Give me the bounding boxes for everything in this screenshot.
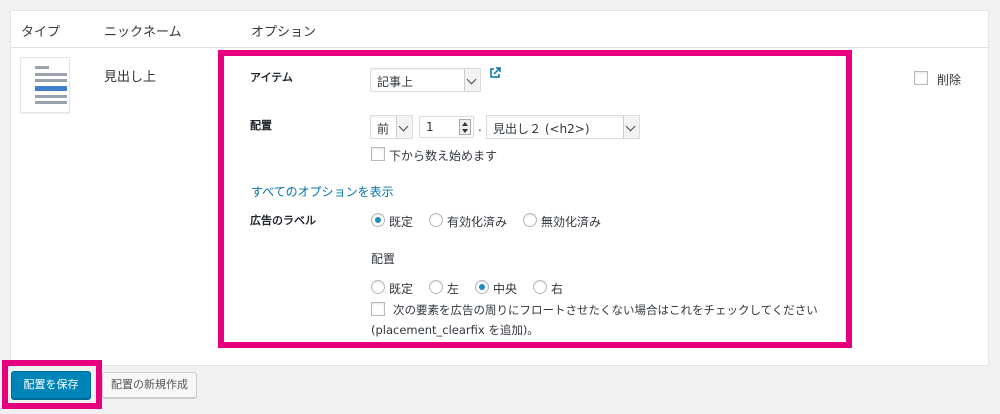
index-value: 1 bbox=[426, 120, 434, 134]
placement-type-icon bbox=[20, 57, 70, 113]
ad-label-enabled-text: 有効化済み bbox=[447, 215, 508, 229]
index-stepper[interactable]: 1 bbox=[419, 116, 474, 138]
chevron-down-icon bbox=[623, 116, 639, 138]
ad-label-enabled-radio[interactable] bbox=[429, 213, 443, 227]
align-center-text: 中央 bbox=[493, 282, 518, 296]
save-placements-button[interactable]: 配置を保存 bbox=[11, 371, 91, 399]
tag-select[interactable]: 見出し２ (<h2>) bbox=[486, 115, 640, 139]
clearfix-text: 次の要素を広告の周りにフロートさせたくない場合はこれをチェックしてください bbox=[393, 303, 818, 317]
header-type: タイプ bbox=[21, 25, 61, 40]
ad-label-disabled-radio[interactable] bbox=[523, 213, 537, 227]
align-default-text: 既定 bbox=[389, 282, 414, 296]
ad-label-label: 広告のラベル bbox=[250, 214, 316, 227]
item-label: アイテム bbox=[250, 71, 293, 84]
align-left-text: 左 bbox=[447, 282, 460, 296]
alignment-label: 配置 bbox=[371, 252, 396, 266]
external-link-icon[interactable] bbox=[489, 67, 501, 79]
clearfix-note: (placement_clearfix を追加)。 bbox=[371, 323, 539, 337]
align-right-radio[interactable] bbox=[533, 280, 547, 294]
separator-dot: . bbox=[478, 120, 482, 134]
clearfix-checkbox[interactable] bbox=[371, 302, 385, 316]
header-options: オプション bbox=[251, 25, 317, 40]
placement-nickname: 見出し上 bbox=[104, 70, 157, 85]
delete-checkbox[interactable] bbox=[914, 71, 928, 85]
spin-arrows-icon[interactable] bbox=[459, 119, 471, 135]
ad-label-disabled-text: 無効化済み bbox=[541, 215, 602, 229]
align-center-radio[interactable] bbox=[475, 280, 489, 294]
ad-label-default-radio[interactable] bbox=[371, 213, 385, 227]
new-placement-button[interactable]: 配置の新規作成 bbox=[102, 372, 197, 398]
table-header: タイプ ニックネーム オプション bbox=[11, 11, 988, 48]
tag-select-value: 見出し２ (<h2>) bbox=[493, 122, 590, 136]
align-left-radio[interactable] bbox=[429, 280, 443, 294]
count-from-bottom-checkbox[interactable] bbox=[371, 147, 385, 161]
position-select-value: 前 bbox=[377, 122, 390, 136]
chevron-down-icon bbox=[396, 116, 412, 138]
align-right-text: 右 bbox=[551, 282, 564, 296]
header-nickname: ニックネーム bbox=[104, 25, 182, 40]
placement-label: 配置 bbox=[250, 119, 272, 132]
count-from-bottom-label: 下から数え始めます bbox=[389, 149, 498, 163]
ad-label-default-text: 既定 bbox=[389, 215, 414, 229]
align-default-radio[interactable] bbox=[371, 280, 385, 294]
delete-label: 削除 bbox=[937, 73, 962, 87]
position-select[interactable]: 前 bbox=[370, 115, 413, 139]
show-all-options-link[interactable]: すべてのオプションを表示 bbox=[251, 183, 394, 200]
item-select-value: 記事上 bbox=[377, 75, 414, 89]
item-select[interactable]: 記事上 bbox=[370, 68, 481, 92]
chevron-down-icon bbox=[464, 69, 480, 91]
